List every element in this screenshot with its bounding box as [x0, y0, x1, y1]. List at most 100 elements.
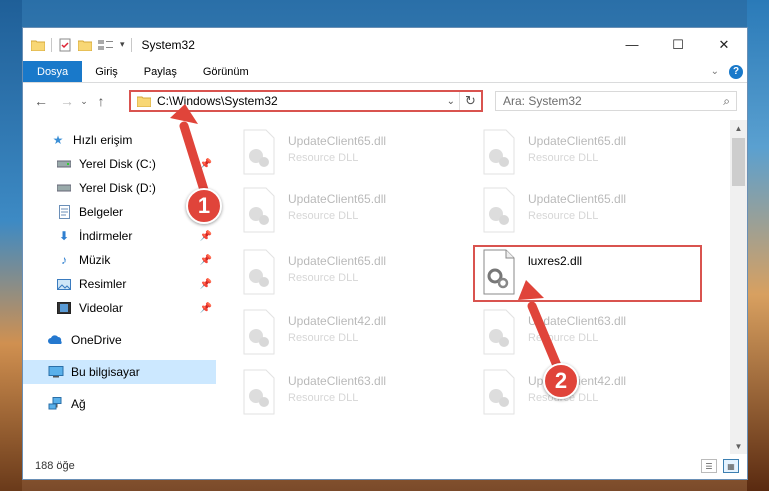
scroll-down-arrow-icon[interactable]: ▼	[730, 438, 747, 454]
sidebar-item-onedrive[interactable]: OneDrive	[23, 328, 216, 352]
sidebar-item-network[interactable]: Ağ	[23, 392, 216, 416]
sidebar-item-local-disk-d[interactable]: Yerel Disk (D:)	[23, 176, 216, 200]
document-icon	[55, 204, 73, 220]
sidebar-item-videos[interactable]: Videolar 📌	[23, 296, 216, 320]
explorer-window: ▾ System32 — ☐ ✕ Dosya Giriş Paylaş Görü…	[22, 27, 748, 480]
file-name: UpdateClient65.dll	[528, 192, 627, 206]
quick-access-toolbar: ▾	[23, 37, 132, 52]
drive-icon	[55, 180, 73, 196]
sidebar-item-label: Müzik	[79, 253, 111, 267]
view-options-icon[interactable]	[98, 39, 114, 51]
file-details: UpdateClient65.dll Resource DLL	[288, 128, 386, 184]
file-details: UpdateClient65.dll Resource DLL	[528, 186, 626, 242]
computer-icon	[47, 364, 65, 380]
search-box[interactable]: Ara: System32 ⌕	[495, 91, 737, 111]
file-tile[interactable]: UpdateClient65.dll Resource DLL	[240, 128, 462, 184]
file-name: UpdateClient65.dll	[288, 134, 387, 148]
sidebar-item-label: Belgeler	[79, 205, 124, 219]
sidebar-item-music[interactable]: ♪ Müzik 📌	[23, 248, 216, 272]
customize-toolbar-chevron-icon[interactable]: ▾	[120, 39, 125, 50]
scrollbar-thumb[interactable]	[732, 138, 745, 186]
file-details: UpdateClient65.dll Resource DLL	[288, 186, 386, 242]
file-tile[interactable]: UpdateClient65.dll Resource DLL	[240, 248, 462, 304]
folder-icon	[31, 40, 45, 51]
file-name: UpdateClient63.dll	[288, 374, 387, 388]
sidebar-item-quick-access[interactable]: ★ Hızlı erişim	[23, 128, 216, 152]
sidebar-item-downloads[interactable]: ⬇ İndirmeler 📌	[23, 224, 216, 248]
dll-file-icon	[243, 309, 275, 355]
desktop-background-right	[747, 0, 769, 491]
sidebar-item-local-disk-c[interactable]: Yerel Disk (C:) 📌	[23, 152, 216, 176]
cloud-icon	[47, 332, 65, 348]
refresh-button[interactable]: ↻	[459, 92, 481, 110]
address-path[interactable]: C:\Windows\System32	[157, 94, 278, 108]
tab-home[interactable]: Giriş	[82, 61, 131, 82]
tab-share[interactable]: Paylaş	[131, 61, 190, 82]
file-tile[interactable]: UpdateClient65.dll Resource DLL	[480, 128, 702, 184]
window-title: System32	[141, 37, 195, 52]
file-tile[interactable]: UpdateClient42.dll Resource DLL	[240, 308, 462, 364]
expand-ribbon-chevron-icon[interactable]: ⌄	[711, 66, 719, 77]
sidebar-item-label: Yerel Disk (D:)	[79, 181, 156, 195]
file-tile[interactable]: UpdateClient42.dllResource DLL	[480, 368, 702, 424]
pin-icon: 📌	[199, 302, 212, 314]
title-bar: ▾ System32 — ☐ ✕	[23, 28, 747, 61]
file-tile[interactable]: UpdateClient63.dll Resource DLL	[240, 368, 462, 424]
dll-file-icon	[243, 129, 275, 175]
file-details: UpdateClient65.dll Resource DLL	[528, 128, 626, 184]
file-tile[interactable]: UpdateClient65.dll Resource DLL	[240, 186, 462, 242]
file-details: UpdateClient63.dll Resource DLL	[528, 308, 626, 364]
file-tile[interactable]: UpdateClient65.dll Resource DLL	[480, 186, 702, 242]
details-view-button[interactable]: ☰	[701, 459, 717, 473]
file-name: UpdateClient42.dll	[288, 314, 387, 328]
minimize-button[interactable]: —	[609, 28, 655, 61]
file-type: Resource DLL	[528, 332, 599, 344]
search-input[interactable]: Ara: System32	[503, 94, 582, 108]
close-button[interactable]: ✕	[701, 28, 747, 61]
file-type: Resource DLL	[528, 152, 599, 164]
window-controls: — ☐ ✕	[609, 28, 747, 61]
file-type: Resource DLL	[288, 332, 359, 344]
navigation-bar: ← → ⌄ ↑ C:\Windows\System32 ⌄ ↻ Ara: Sys…	[23, 83, 747, 119]
scroll-up-arrow-icon[interactable]: ▲	[730, 120, 747, 136]
file-type: Resource DLL	[528, 210, 599, 222]
network-icon	[47, 396, 65, 412]
pin-icon: 📌	[199, 158, 212, 170]
new-folder-icon[interactable]	[78, 39, 92, 51]
vertical-scrollbar[interactable]: ▲ ▼	[730, 120, 747, 454]
file-tile[interactable]: UpdateClient63.dll Resource DLL	[480, 308, 702, 364]
folder-icon	[137, 96, 151, 107]
download-icon: ⬇	[58, 229, 70, 243]
up-button[interactable]: ↑	[91, 91, 111, 111]
sidebar-item-label: İndirmeler	[79, 229, 133, 243]
video-icon	[55, 300, 73, 316]
sidebar-item-label: Hızlı erişim	[73, 133, 133, 147]
back-button[interactable]: ←	[31, 91, 51, 111]
sidebar-item-pictures[interactable]: Resimler 📌	[23, 272, 216, 296]
file-details: UpdateClient63.dll Resource DLL	[288, 368, 386, 424]
toolbar-separator	[130, 37, 132, 52]
address-bar[interactable]: C:\Windows\System32 ⌄ ↻	[129, 90, 483, 112]
tab-view[interactable]: Görünüm	[190, 61, 262, 82]
maximize-button[interactable]: ☐	[655, 28, 701, 61]
ribbon-right: ⌄ ?	[711, 61, 747, 82]
address-dropdown-chevron-icon[interactable]: ⌄	[447, 96, 455, 107]
toolbar-separator	[51, 37, 52, 52]
status-bar: 188 öğe ☰ ▦	[23, 453, 747, 479]
highlight-box-file	[473, 245, 702, 302]
forward-button[interactable]: →	[57, 91, 77, 111]
navigation-pane: ★ Hızlı erişim Yerel Disk (C:) 📌 Yerel D…	[23, 120, 216, 454]
file-type: Resource DLL	[288, 152, 359, 164]
properties-icon[interactable]	[58, 38, 72, 52]
sidebar-item-label: Ağ	[71, 397, 86, 411]
picture-icon	[55, 276, 73, 292]
help-button[interactable]: ?	[729, 64, 743, 79]
sidebar-item-label: OneDrive	[71, 333, 122, 347]
file-details: UpdateClient42.dll Resource DLL	[288, 308, 386, 364]
tab-file[interactable]: Dosya	[23, 61, 83, 82]
recent-locations-chevron-icon[interactable]: ⌄	[77, 91, 91, 111]
tiles-view-button[interactable]: ▦	[723, 459, 739, 473]
sidebar-item-this-pc[interactable]: Bu bilgisayar	[23, 360, 216, 384]
